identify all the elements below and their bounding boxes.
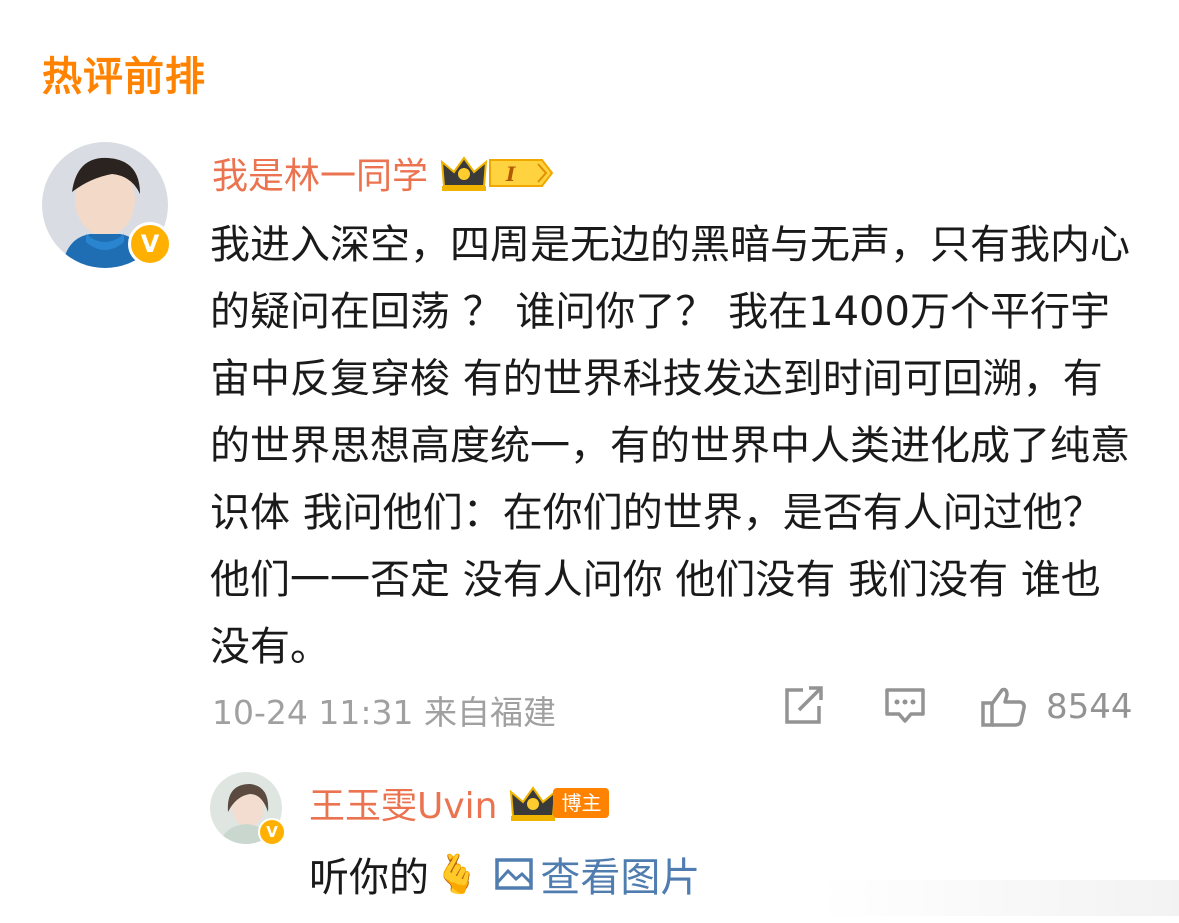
comment-icon xyxy=(885,688,925,723)
watermark-fade xyxy=(819,880,1179,916)
svg-text:I: I xyxy=(505,162,516,186)
comment-timestamp: 10-24 11:31 xyxy=(212,693,414,732)
view-image-label: 查看图片 xyxy=(540,855,701,901)
comment-meta: 10-24 11:31 来自福建 xyxy=(212,686,556,734)
image-icon xyxy=(495,858,534,890)
commenter-name-row: 我是林一同学 I xyxy=(212,147,556,199)
reply-name-row: 王玉雯Uvin 博主 xyxy=(309,777,610,829)
section-title: 热评前排 xyxy=(42,54,206,100)
blogger-tag: 博主 xyxy=(553,788,610,818)
crown-icon xyxy=(510,786,557,821)
verified-v-icon: V xyxy=(140,230,160,258)
view-image-link[interactable]: 查看图片 xyxy=(494,845,700,903)
reply-text: 听你的 xyxy=(309,855,429,901)
reply-username[interactable]: 王玉雯Uvin xyxy=(309,777,497,829)
thumbs-up-icon xyxy=(981,687,1026,727)
reply-avatar[interactable]: V xyxy=(210,772,286,846)
comment-location: 来自福建 xyxy=(423,693,556,732)
commenter-avatar[interactable]: V xyxy=(42,142,172,268)
finger-heart-emoji: 🫰 xyxy=(433,851,481,896)
share-button[interactable] xyxy=(781,686,825,726)
like-count: 8544 xyxy=(1046,687,1133,727)
reply-verified-badge: V xyxy=(258,818,286,846)
membership-crown-badge[interactable]: I xyxy=(440,152,556,194)
like-button[interactable]: 8544 xyxy=(980,686,1133,728)
comment-button[interactable] xyxy=(883,686,927,726)
share-icon xyxy=(785,686,823,724)
reply-text-row: 听你的 🫰 查看图片 xyxy=(309,845,700,903)
hot-comments-page: 热评前排 V 我是林一同学 I 我进入深空，四周是无边的黑暗与无声，只有我内心的… xyxy=(0,0,1179,923)
verified-v-icon: V xyxy=(266,823,278,841)
verified-badge: V xyxy=(128,222,172,266)
commenter-username[interactable]: 我是林一同学 xyxy=(212,147,428,199)
comment-text: 我进入深空，四周是无边的黑暗与无声，只有我内心的疑问在回荡 ？ 谁问你了？ 我在… xyxy=(210,222,1130,670)
crown-icon: I xyxy=(440,156,554,191)
